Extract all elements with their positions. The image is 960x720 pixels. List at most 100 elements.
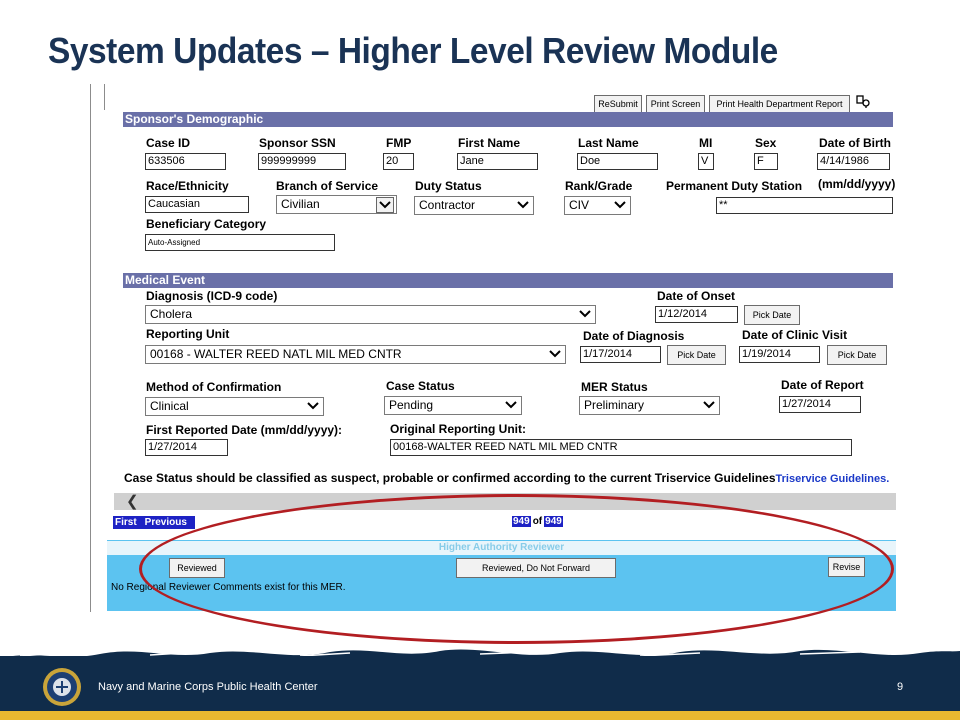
print-screen-button[interactable]: Print Screen (646, 95, 705, 113)
beneficiary-label: Beneficiary Category (146, 217, 267, 231)
diagnosis-label: Diagnosis (ICD-9 code) (146, 289, 278, 303)
beneficiary-field[interactable]: Auto-Assigned (145, 234, 335, 251)
review-panel-header: Higher Authority Reviewer (107, 541, 896, 555)
dob-field[interactable]: 4/14/1986 (817, 153, 890, 170)
slide-title: System Updates – Higher Level Review Mod… (48, 30, 778, 71)
triservice-guidelines-link[interactable]: Triservice Guidelines. (776, 473, 890, 485)
rank-select-value: CIV (569, 198, 590, 212)
chevron-down-icon (703, 401, 715, 409)
diagnosis-date-field[interactable]: 1/17/2014 (580, 346, 661, 363)
footer-org-name: Navy and Marine Corps Public Health Cent… (98, 681, 318, 693)
fmp-field[interactable]: 20 (383, 153, 414, 170)
window-border (90, 84, 91, 612)
first-record-link[interactable]: First (115, 517, 137, 528)
chevron-down-icon (614, 201, 626, 209)
case-status-notice: Case Status should be classified as susp… (124, 471, 889, 485)
duty-status-label: Duty Status (415, 179, 482, 193)
medical-section-header: Medical Event (123, 273, 893, 288)
first-name-field[interactable]: Jane (457, 153, 538, 170)
branch-label: Branch of Service (276, 179, 379, 193)
ssn-field[interactable]: 999999999 (258, 153, 346, 170)
chevron-down-icon (505, 401, 517, 409)
chevron-down-icon (376, 197, 394, 213)
reporting-unit-select[interactable]: 00168 - WALTER REED NATL MIL MED CNTR (145, 345, 566, 364)
ssn-label: Sponsor SSN (259, 136, 336, 150)
diagnosis-select-value: Cholera (150, 307, 193, 321)
mer-status-label: MER Status (581, 380, 648, 394)
case-status-label: Case Status (386, 379, 455, 393)
duty-status-select-value: Contractor (419, 198, 476, 212)
first-name-label: First Name (458, 136, 521, 150)
race-field[interactable]: Caucasian (145, 196, 249, 213)
branch-select[interactable]: Civilian (276, 195, 397, 214)
confirmation-select-value: Clinical (150, 399, 189, 413)
print-health-report-button[interactable]: Print Health Department Report (709, 95, 850, 113)
confirmation-select[interactable]: Clinical (145, 397, 324, 416)
report-date-label: Date of Report (781, 378, 864, 392)
record-navigation: First Previous (113, 516, 195, 529)
revise-button[interactable]: Revise (828, 557, 865, 577)
first-reported-field[interactable]: 1/27/2014 (145, 439, 228, 456)
sponsor-section-header: Sponsor's Demographic (123, 112, 893, 127)
chevron-down-icon (579, 310, 591, 318)
original-unit-label: Original Reporting Unit: (390, 422, 526, 436)
onset-pick-date-button[interactable]: Pick Date (744, 305, 800, 325)
mi-label: MI (699, 136, 713, 150)
case-id-label: Case ID (146, 136, 191, 150)
last-name-label: Last Name (578, 136, 639, 150)
sex-field[interactable]: F (754, 153, 778, 170)
reviewer-comments: No Regional Reviewer Comments exist for … (111, 582, 346, 593)
race-label: Race/Ethnicity (146, 179, 229, 193)
reporting-unit-select-value: 00168 - WALTER REED NATL MIL MED CNTR (150, 347, 402, 361)
diagnosis-pick-date-button[interactable]: Pick Date (667, 345, 726, 365)
fmp-label: FMP (386, 136, 412, 150)
current-record-number: 949 (512, 516, 531, 527)
reviewed-do-not-forward-button[interactable]: Reviewed, Do Not Forward (456, 558, 616, 578)
reviewed-button[interactable]: Reviewed (169, 558, 225, 578)
confirmation-label: Method of Confirmation (146, 380, 282, 394)
dob-format-hint: (mm/dd/yyyy) (818, 177, 896, 191)
case-status-select-value: Pending (389, 398, 434, 412)
nmcphc-seal-icon (43, 668, 81, 706)
total-records-number: 949 (544, 516, 563, 527)
case-status-notice-text: Case Status should be classified as susp… (124, 471, 776, 485)
rank-label: Rank/Grade (565, 179, 633, 193)
case-id-field[interactable]: 633506 (145, 153, 226, 170)
footer-accent-stripe (0, 711, 960, 720)
clinic-visit-label: Date of Clinic Visit (742, 328, 848, 342)
duty-status-select[interactable]: Contractor (414, 196, 534, 215)
pds-label: Permanent Duty Station (666, 179, 803, 193)
rank-select[interactable]: CIV (564, 196, 631, 215)
diagnosis-date-label: Date of Diagnosis (583, 329, 685, 343)
chevron-down-icon (549, 350, 561, 358)
reporting-unit-label: Reporting Unit (146, 327, 230, 341)
page-number: 9 (897, 681, 904, 693)
dob-label: Date of Birth (819, 136, 891, 150)
report-date-field[interactable]: 1/27/2014 (779, 396, 861, 413)
case-status-select[interactable]: Pending (384, 396, 522, 415)
last-name-field[interactable]: Doe (577, 153, 658, 170)
window-border-inner (104, 84, 105, 110)
first-reported-label: First Reported Date (mm/dd/yyyy): (146, 423, 343, 437)
sex-label: Sex (755, 136, 777, 150)
pds-field[interactable]: ** (716, 197, 893, 214)
branch-select-value: Civilian (281, 197, 320, 211)
mer-status-select[interactable]: Preliminary (579, 396, 720, 415)
onset-label: Date of Onset (657, 289, 736, 303)
mi-field[interactable]: V (698, 153, 714, 170)
mer-status-select-value: Preliminary (584, 398, 645, 412)
original-unit-field[interactable]: 00168-WALTER REED NATL MIL MED CNTR (390, 439, 852, 456)
previous-record-link[interactable]: Previous (145, 517, 187, 528)
chevron-down-icon (307, 402, 319, 410)
clinic-visit-field[interactable]: 1/19/2014 (739, 346, 820, 363)
resubmit-button[interactable]: ReSubmit (594, 95, 642, 113)
diagnosis-select[interactable]: Cholera (145, 305, 596, 324)
record-pager: 949 of 949 (512, 516, 563, 529)
horizontal-scrollbar[interactable] (114, 493, 896, 510)
chevron-down-icon (517, 201, 529, 209)
help-icon[interactable] (856, 95, 870, 109)
scroll-left-icon[interactable]: ❮ (126, 493, 139, 510)
clinic-visit-pick-date-button[interactable]: Pick Date (827, 345, 887, 365)
onset-field[interactable]: 1/12/2014 (655, 306, 738, 323)
pager-of-text: of (532, 516, 543, 527)
